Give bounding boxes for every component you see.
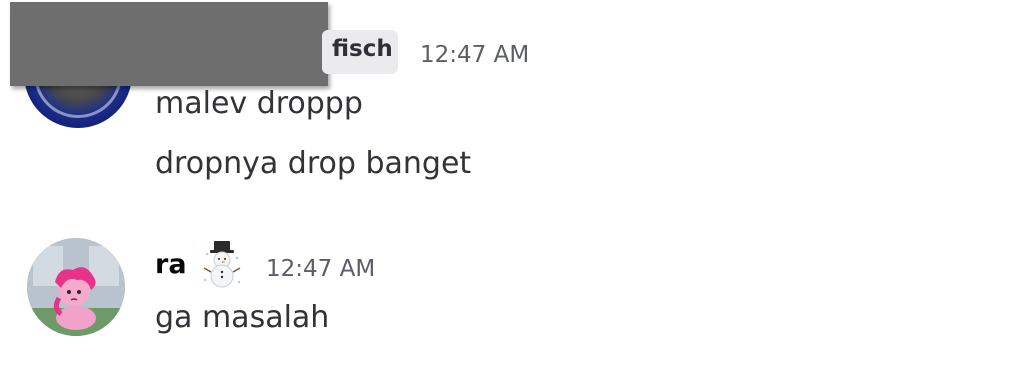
pony-avatar-icon — [27, 238, 125, 336]
snowman-icon — [203, 241, 241, 288]
message-timestamp[interactable]: 12:47 AM — [420, 42, 529, 68]
message-timestamp[interactable]: 12:47 AM — [266, 256, 375, 282]
role-tag-label: fisch — [332, 36, 393, 62]
message-text: ga masalah — [155, 300, 330, 335]
username[interactable]: ra — [155, 249, 187, 280]
user-avatar[interactable] — [27, 238, 125, 336]
redacted-username-block — [10, 2, 328, 86]
message-text: malev droppp — [155, 86, 363, 121]
message-text: dropnya drop banget — [155, 146, 472, 181]
